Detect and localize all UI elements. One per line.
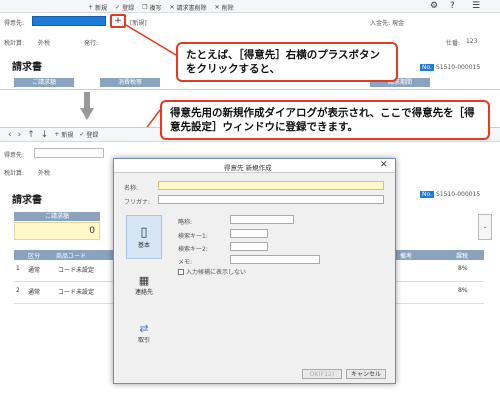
amount-value: 0 (14, 222, 100, 240)
new-customer-dialog: 得意先 新規作成 ✕ 名称: フリガナ: ▯ 基本 ▦ 連絡先 ⇄ 取引 略称:… (113, 158, 396, 384)
customer-label-2: 得意先: (4, 152, 25, 159)
name-input[interactable] (158, 181, 384, 190)
down-icon[interactable]: ↓ (41, 130, 49, 140)
name-label: 名称: (124, 185, 139, 192)
kana-label: フリガナ: (124, 199, 151, 206)
register-label-2: 登録 (86, 132, 99, 139)
tab-trade[interactable]: ⇄ 取引 (126, 313, 162, 353)
row-tax: 8% (458, 287, 468, 294)
close-icon[interactable]: ✕ (380, 160, 388, 170)
amount-header-2: ご請求額 (14, 212, 100, 221)
short-label: 略称: (178, 219, 193, 226)
memo-label: メモ: (178, 259, 193, 266)
dialog-title: 得意先 新規作成 (224, 164, 272, 172)
back-icon[interactable]: ‹ (8, 130, 12, 140)
col-note: 備考 (400, 253, 413, 260)
new-label-2: 新規 (61, 132, 74, 139)
hide-suggestion-checkbox[interactable]: 入力候補に表示しない (178, 267, 246, 276)
tab-contact[interactable]: ▦ 連絡先 (126, 265, 162, 305)
short-input[interactable] (230, 215, 294, 224)
new-button-2[interactable]: + 新規 (54, 130, 73, 139)
callout-bubble-1: たとえば、［得意先］右横のプラスボタンをクリックすると、 (176, 42, 398, 83)
tax-value-2[interactable]: 外税 (38, 168, 50, 177)
customer-select-2[interactable] (34, 148, 104, 158)
chevron-down-icon[interactable]: ⌄ (478, 214, 492, 240)
exchange-icon: ⇄ (139, 322, 149, 335)
no-label-2: No. (420, 191, 434, 198)
checkbox-icon (178, 268, 184, 275)
tab-trade-label: 取引 (137, 337, 150, 344)
dialog-tab-column: ▯ 基本 ▦ 連絡先 ⇄ 取引 (126, 215, 162, 355)
hide-label: 入力候補に表示しない (186, 269, 247, 276)
up-icon[interactable]: ↑ (27, 130, 35, 140)
down-arrow-icon (80, 92, 94, 122)
cancel-button[interactable]: キャンセル (346, 369, 386, 379)
memo-input[interactable] (230, 255, 320, 264)
tax-label-2: 税計算: (4, 170, 25, 177)
key2-input[interactable] (230, 242, 268, 251)
key1-label: 検索キー1: (178, 233, 208, 240)
col-section: 区分 (28, 253, 41, 260)
kana-input[interactable] (158, 195, 384, 204)
document-icon: ▯ (140, 225, 148, 240)
row-section: 通常 (28, 267, 41, 274)
row-code: コード未設定 (58, 267, 95, 274)
no-value-2: S1510-000015 (436, 191, 481, 198)
row-tax: 8% (458, 265, 468, 272)
forward-icon[interactable]: › (18, 130, 22, 140)
row-section: 通常 (28, 289, 41, 296)
tab-basic-label: 基本 (137, 242, 150, 249)
invoice-title-2: 請求書 (12, 195, 42, 206)
tab-contact-label: 連絡先 (134, 289, 153, 296)
ok-button[interactable]: OK(F12) (302, 369, 342, 379)
row-num: 1 (16, 265, 20, 272)
key1-input[interactable] (230, 229, 268, 238)
col-tax: 課税 (456, 253, 469, 260)
callout-bubble-2: 得意先用の新規作成ダイアログが表示され、ここで得意先を［得意先設定］ウィンドウに… (160, 100, 490, 141)
row-code: コード未設定 (58, 289, 95, 296)
register-button-2[interactable]: ✓ 登録 (79, 130, 98, 139)
col-code: 商品コード (56, 253, 87, 260)
key2-label: 検索キー2: (178, 246, 208, 253)
building-icon: ▦ (138, 274, 150, 287)
tab-basic[interactable]: ▯ 基本 (126, 215, 162, 259)
row-num: 2 (16, 287, 20, 294)
dialog-titlebar: 得意先 新規作成 ✕ (114, 159, 395, 173)
